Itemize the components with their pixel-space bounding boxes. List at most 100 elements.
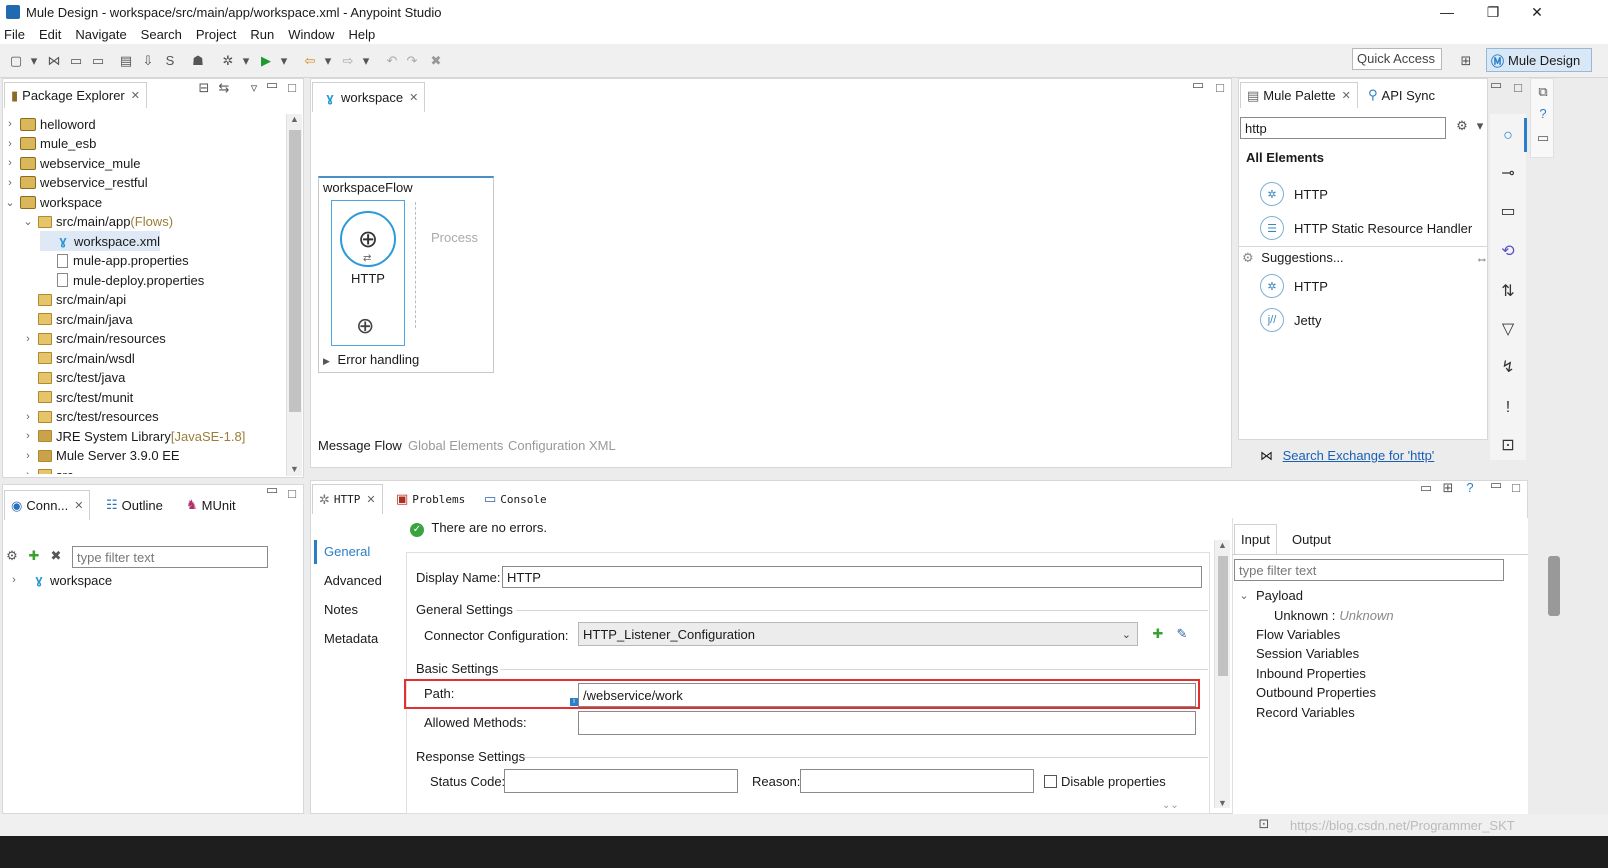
menu-search[interactable]: Search [141, 27, 182, 42]
tab-mule-palette[interactable]: ▤ Mule Palette ✕ [1240, 82, 1358, 108]
error-handling-icon[interactable]: ! [1498, 398, 1518, 418]
help-icon[interactable]: ? [1462, 480, 1478, 496]
tree-item[interactable]: › webservice_mule [4, 153, 140, 173]
search-exchange-row[interactable]: ⋈ Search Exchange for 'http' [1260, 448, 1434, 464]
expand-icon[interactable]: › [4, 177, 16, 189]
undo-icon[interactable]: ↶ [384, 53, 400, 69]
minimize-view-icon[interactable]: ▭ [1190, 77, 1206, 93]
suggestions-header[interactable]: ⚙ Suggestions... [1242, 250, 1344, 266]
menu-file[interactable]: File [4, 27, 25, 42]
tab-output[interactable]: Output [1286, 524, 1337, 554]
close-icon[interactable]: ✕ [409, 91, 418, 104]
scroll-down-icon[interactable]: ▼ [290, 464, 299, 474]
tab-outline[interactable]: ☷ Outline [100, 490, 169, 520]
connector-config-select[interactable]: HTTP_Listener_Configuration ⌄ [578, 622, 1138, 646]
expand-icon[interactable]: ⌄ [22, 215, 34, 228]
filter-icon[interactable]: ▽ [1498, 320, 1518, 340]
display-name-input[interactable]: HTTP [502, 566, 1202, 588]
new-icon[interactable]: ▢ [8, 53, 24, 69]
tab-configuration-xml[interactable]: Configuration XML [508, 438, 616, 453]
minimize-view-icon[interactable]: ▭ [1488, 477, 1504, 493]
scroll-up-icon[interactable]: ▲ [1215, 540, 1230, 550]
dropdown-icon[interactable]: ▾ [276, 53, 292, 69]
nav-general[interactable]: General [324, 544, 370, 559]
search-exchange-link[interactable]: Search Exchange for 'http' [1283, 448, 1435, 463]
edit-config-icon[interactable]: ✎ [1174, 626, 1190, 642]
security-icon[interactable]: ⊡ [1498, 436, 1518, 456]
tree-item[interactable]: src/main/java [22, 309, 133, 329]
tree-item[interactable]: src/test/java [22, 368, 125, 388]
tree-item-payload[interactable]: ⌄ Payload [1238, 585, 1303, 605]
forward-icon[interactable]: ⇨ [340, 53, 356, 69]
palette-item-http[interactable]: ✲ HTTP [1260, 182, 1328, 206]
tab-global-elements[interactable]: Global Elements [408, 438, 503, 453]
palette-item-http-static[interactable]: ☰ HTTP Static Resource Handler [1260, 216, 1472, 240]
run-icon[interactable]: ▶ [258, 53, 274, 69]
menu-run[interactable]: Run [250, 27, 274, 42]
suggestion-jetty[interactable]: j// Jetty [1260, 308, 1321, 332]
source-icon[interactable]: S [162, 53, 178, 69]
dropdown-icon[interactable]: ▾ [26, 53, 42, 69]
tab-package-explorer[interactable]: ▮ Package Explorer ✕ [4, 82, 147, 108]
back-icon[interactable]: ⇦ [302, 53, 318, 69]
notification-icon[interactable]: ⊡ [1256, 816, 1272, 832]
save-icon[interactable]: ▭ [68, 53, 84, 69]
tab-connections[interactable]: ◉ Conn... ✕ [4, 490, 91, 520]
package-explorer-scrollbar[interactable]: ▲ ▼ [286, 114, 302, 476]
link-editor-icon[interactable]: ⇆ [216, 80, 232, 96]
tree-view-icon[interactable]: ⊞ [1440, 480, 1456, 496]
tree-item[interactable]: › webservice_restful [4, 173, 148, 193]
minimize-button[interactable]: — [1424, 0, 1470, 24]
tree-item[interactable]: ɣ workspace.xml [40, 231, 160, 251]
nav-notes[interactable]: Notes [324, 602, 358, 617]
deploy-icon[interactable]: ▤ [118, 53, 134, 69]
http-source-component[interactable]: ⊕ ⇄ HTTP ⊕ [331, 200, 405, 346]
status-code-input[interactable] [504, 769, 738, 793]
close-button[interactable]: ✕ [1514, 0, 1560, 24]
scroll-thumb[interactable] [1218, 556, 1228, 676]
tab-munit[interactable]: ♞ MUnit [180, 490, 242, 520]
tab-input[interactable]: Input [1234, 524, 1277, 554]
tree-item[interactable]: src/main/wsdl [22, 348, 135, 368]
connections-filter-input[interactable]: type filter text [72, 546, 268, 568]
search-icon[interactable]: ○ [1498, 126, 1518, 146]
tree-item[interactable]: Session Variables [1256, 644, 1359, 664]
save-all-icon[interactable]: ▭ [90, 53, 106, 69]
tree-item[interactable]: ⌄ workspace [4, 192, 102, 212]
scope-icon[interactable]: ▭ [1498, 202, 1518, 222]
maximize-view-icon[interactable]: □ [1212, 80, 1228, 96]
window-scroll-thumb[interactable] [1548, 556, 1560, 616]
expand-icon[interactable]: ⌄ [1238, 589, 1250, 602]
delete-icon[interactable]: ✖ [48, 548, 64, 564]
component-icon[interactable]: ⟲ [1498, 242, 1518, 262]
expand-more-icon[interactable]: ⌄⌄ [1162, 800, 1179, 811]
tab-http-properties[interactable]: ✲ HTTP ✕ [312, 484, 383, 514]
menu-help[interactable]: Help [348, 27, 375, 42]
view-menu-icon[interactable]: ▿ [246, 80, 262, 96]
disable-properties-checkbox[interactable]: Disable properties [1044, 774, 1166, 789]
path-input[interactable]: /webservice/work [578, 683, 1196, 707]
maximize-view-icon[interactable]: □ [284, 486, 300, 502]
open-perspective-icon[interactable]: ⊞ [1458, 53, 1474, 69]
error-handling-toggle[interactable]: ▶ Error handling [323, 352, 419, 367]
checkbox-icon[interactable] [1044, 775, 1057, 788]
expand-icon[interactable]: ⌄ [4, 196, 16, 209]
maximize-view-icon[interactable]: □ [284, 80, 300, 96]
collapse-all-icon[interactable]: ⊟ [196, 80, 212, 96]
help-icon[interactable]: ? [1535, 106, 1551, 122]
add-config-icon[interactable]: ✚ [1150, 626, 1166, 642]
maximize-button[interactable]: ❐ [1470, 0, 1516, 24]
menu-project[interactable]: Project [196, 27, 236, 42]
dropdown-icon[interactable]: ▾ [358, 53, 374, 69]
transformer-icon[interactable]: ⇅ [1498, 282, 1518, 302]
flow-control-icon[interactable]: ↯ [1498, 358, 1518, 378]
minimize-view-icon[interactable]: ▭ [264, 482, 280, 498]
import-icon[interactable]: ⇩ [140, 53, 156, 69]
dropdown-icon[interactable]: ▾ [238, 53, 254, 69]
redo-icon[interactable]: ↷ [404, 53, 420, 69]
close-icon[interactable]: ✕ [131, 89, 140, 102]
restore-icon[interactable]: ⧉ [1535, 84, 1551, 100]
tree-item[interactable]: Record Variables [1256, 702, 1355, 722]
tree-item[interactable]: mule-deploy.properties [40, 270, 204, 290]
user-icon[interactable]: ☗ [190, 53, 206, 69]
